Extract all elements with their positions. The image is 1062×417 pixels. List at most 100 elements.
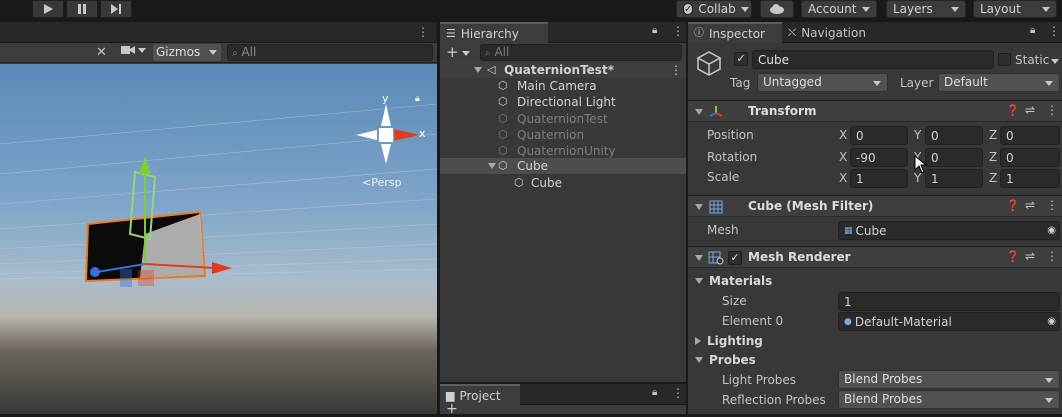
collab-button[interactable]: ✓ Collab	[676, 0, 752, 18]
more-menu-icon[interactable]: ⋮	[672, 24, 684, 38]
scale-y-field[interactable]: 1	[925, 169, 983, 188]
mesh-filter-header[interactable]: Cube (Mesh Filter) ❓ ⇌ ⋮	[688, 195, 1062, 217]
collapse-arrow-icon[interactable]	[695, 204, 703, 210]
more-menu-icon[interactable]: ⋮	[1046, 249, 1058, 263]
lighting-foldout[interactable]: Lighting	[695, 332, 763, 350]
hierarchy-item[interactable]: ⬡ QuaternionTest	[440, 111, 686, 127]
rotation-z-label[interactable]: Z	[989, 148, 997, 166]
scale-z-label[interactable]: Z	[989, 169, 997, 187]
hierarchy-item-selected[interactable]: ⬡ Cube	[440, 158, 686, 174]
play-button[interactable]	[32, 0, 64, 18]
position-x-label[interactable]: X	[839, 126, 847, 144]
layer-dropdown[interactable]: Default	[938, 73, 1060, 92]
gizmos-dropdown[interactable]: Gizmos	[153, 44, 221, 61]
lock-icon[interactable]: 🔒︎	[652, 25, 657, 36]
tab-navigation[interactable]: ⛌ Navigation	[788, 24, 866, 42]
static-checkbox[interactable]	[998, 53, 1011, 66]
more-menu-icon[interactable]: ⋮	[670, 62, 682, 78]
layers-dropdown[interactable]: Layers	[886, 0, 966, 18]
lock-icon[interactable]: 🔒︎	[415, 94, 420, 104]
tag-dropdown[interactable]: Untagged	[757, 73, 888, 92]
active-checkbox[interactable]: ✓	[734, 52, 748, 66]
object-picker-icon[interactable]: ◉	[1047, 222, 1056, 240]
tools-icon[interactable]: ✕	[96, 45, 107, 60]
rotation-y-field[interactable]: 0	[925, 148, 983, 167]
position-z-label[interactable]: Z	[989, 126, 997, 144]
scale-x-field[interactable]: 1	[850, 169, 908, 188]
scale-x-label[interactable]: X	[839, 169, 847, 187]
expand-arrow-icon[interactable]	[474, 67, 482, 73]
account-dropdown[interactable]: Account	[801, 0, 877, 18]
scene-canvas[interactable]	[0, 64, 437, 414]
step-icon	[111, 4, 121, 14]
mesh-renderer-enabled-checkbox[interactable]: ✓	[728, 251, 742, 265]
hierarchy-search-input[interactable]: ⌕ All	[480, 44, 682, 61]
hierarchy-item[interactable]: ⬡ Cube	[440, 175, 686, 191]
lock-icon[interactable]: 🔒︎	[652, 387, 657, 398]
probes-foldout[interactable]: Probes	[695, 351, 756, 369]
position-x-field[interactable]: 0	[850, 126, 908, 145]
more-menu-icon[interactable]: ⋮	[672, 386, 684, 400]
rotation-z-field[interactable]: 0	[1000, 148, 1060, 167]
element0-field[interactable]: ● Default-Material ◉	[838, 312, 1060, 331]
tab-hierarchy[interactable]: ☰ Hierarchy	[440, 22, 548, 43]
cloud-button[interactable]	[760, 0, 794, 18]
scene-root-row[interactable]: ◁ QuaternionTest* ⋮	[440, 62, 686, 78]
more-menu-icon[interactable]: ⋮	[417, 25, 429, 39]
rotation-x-field[interactable]: -90	[850, 148, 908, 167]
light-probes-dropdown[interactable]: Blend Probes	[838, 370, 1060, 389]
size-field[interactable]: 1	[838, 292, 1060, 311]
layout-dropdown[interactable]: Layout	[973, 0, 1057, 18]
hierarchy-item-label: QuaternionUnity	[517, 144, 616, 158]
presets-icon[interactable]: ⇌	[1025, 198, 1035, 212]
collapse-arrow-icon[interactable]	[695, 255, 703, 261]
lock-icon[interactable]: 🔒︎	[1030, 25, 1035, 36]
scale-z-field[interactable]: 1	[1000, 169, 1060, 188]
hierarchy-item[interactable]: ⬡ Directional Light	[440, 94, 686, 110]
rotation-x-label[interactable]: X	[839, 148, 847, 166]
presets-icon[interactable]: ⇌	[1025, 103, 1035, 117]
scene-search-input[interactable]: ⌕ All	[227, 44, 433, 61]
object-picker-icon[interactable]: ◉	[1047, 313, 1056, 331]
help-icon[interactable]: ❓	[1006, 199, 1020, 212]
add-icon[interactable]: +	[446, 43, 459, 61]
more-menu-icon[interactable]: ⋮	[1048, 24, 1060, 38]
orientation-gizmo[interactable]	[356, 104, 419, 164]
camera-dropdown[interactable]	[121, 45, 146, 55]
position-z-field[interactable]: 0	[1000, 126, 1060, 145]
static-label: Static	[1015, 53, 1050, 67]
presets-icon[interactable]: ⇌	[1025, 249, 1035, 263]
position-y-label[interactable]: Y	[914, 126, 921, 144]
expand-arrow-icon[interactable]	[488, 163, 496, 169]
transform-header[interactable]: Transform ❓ ⇌ ⋮	[688, 100, 1062, 122]
project-toolbar: +	[440, 401, 686, 417]
chevron-down-icon[interactable]	[462, 51, 470, 56]
hierarchy-item[interactable]: ⬡ Main Camera	[440, 78, 686, 94]
materials-foldout[interactable]: Materials	[695, 272, 772, 290]
mesh-renderer-header[interactable]: ✓ Mesh Renderer ❓ ⇌ ⋮	[688, 246, 1062, 268]
mesh-field[interactable]: ▦ Cube ◉	[838, 221, 1060, 240]
position-y-field[interactable]: 0	[925, 126, 983, 145]
object-name-field[interactable]: Cube	[752, 50, 994, 69]
persp-label[interactable]: <Persp	[362, 176, 401, 189]
reflection-probes-dropdown[interactable]: Blend Probes	[838, 390, 1060, 409]
step-button[interactable]	[100, 0, 132, 18]
mesh-renderer-title: Mesh Renderer	[748, 250, 851, 264]
more-menu-icon[interactable]: ⋮	[1046, 103, 1058, 117]
collapse-arrow-icon[interactable]	[695, 109, 703, 115]
more-menu-icon[interactable]: ⋮	[1046, 198, 1058, 212]
help-icon[interactable]: ❓	[1006, 250, 1020, 263]
gameobject-icon: ⬡	[498, 128, 508, 141]
tab-inspector[interactable]: ⓘ Inspector	[688, 22, 782, 43]
hierarchy-item[interactable]: ⬡ QuaternionUnity	[440, 143, 686, 159]
unity-scene-icon: ◁	[487, 63, 496, 76]
hierarchy-item[interactable]: ⬡ Quaternion	[440, 127, 686, 143]
chevron-down-icon[interactable]	[1051, 59, 1059, 64]
help-icon[interactable]: ❓	[1006, 104, 1020, 117]
add-icon[interactable]: +	[446, 401, 458, 417]
pause-button[interactable]	[66, 0, 98, 18]
position-z-value: 0	[1006, 129, 1014, 143]
scene-viewport[interactable]: y x 🔒︎ <Persp	[0, 64, 437, 414]
inspector-tab-label: Inspector	[709, 26, 765, 41]
tag-value: Untagged	[763, 75, 822, 89]
